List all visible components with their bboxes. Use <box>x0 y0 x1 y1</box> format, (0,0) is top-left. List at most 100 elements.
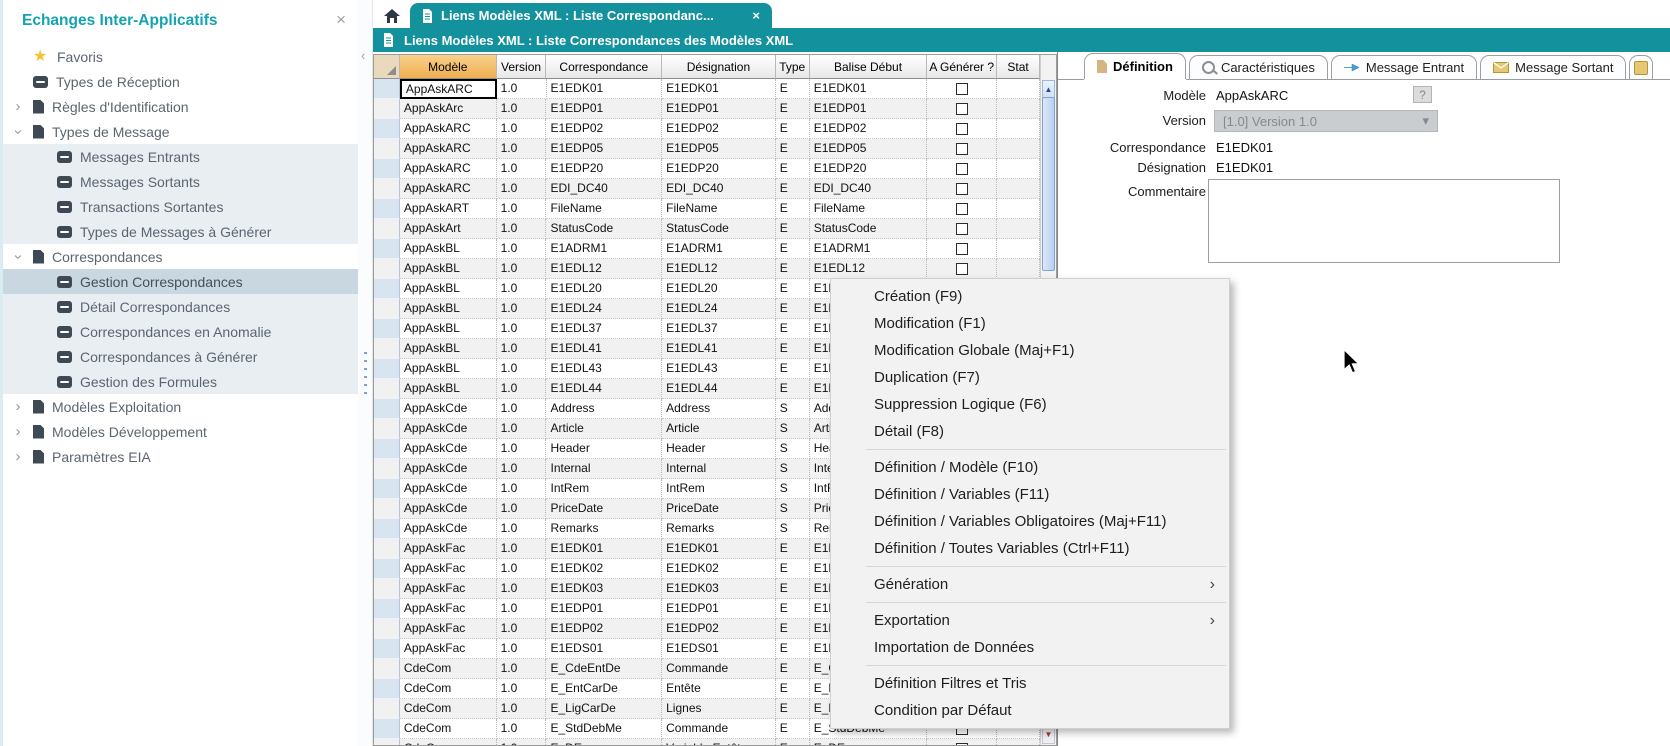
menu-item-creation-f9[interactable]: Création (F9) <box>831 283 1229 310</box>
row-header-cell[interactable] <box>374 599 400 619</box>
row-header-cell[interactable] <box>374 459 400 479</box>
cell-a-generer[interactable] <box>927 259 997 279</box>
sidebar-item-correspondances-a-generer[interactable]: Correspondances à Générer <box>3 344 358 369</box>
cell-type[interactable]: S <box>776 399 810 419</box>
cell-type[interactable]: E <box>776 639 810 659</box>
cell-stat[interactable] <box>997 219 1040 239</box>
cell-correspondance[interactable]: Article <box>546 419 662 439</box>
row-header-cell[interactable] <box>374 559 400 579</box>
cell-modele[interactable]: AppAskFac <box>400 619 497 639</box>
sidebar-item-gestion-des-formules[interactable]: Gestion des Formules <box>3 369 358 394</box>
table-row[interactable]: AppAskARC1.0E1EDP05E1EDP05EE1EDP05 <box>374 139 1040 159</box>
column-header-designation[interactable]: Désignation <box>662 55 776 79</box>
cell-stat[interactable] <box>997 739 1040 745</box>
select-all-corner-cell[interactable] <box>374 55 400 79</box>
cell-modele[interactable]: AppAskCde <box>400 419 497 439</box>
tab-message-sortant[interactable]: Message Sortant <box>1480 55 1626 79</box>
cell-correspondance[interactable]: Header <box>546 439 662 459</box>
checkbox-unchecked[interactable] <box>956 83 968 95</box>
cell-correspondance[interactable]: FileName <box>546 199 662 219</box>
cell-type[interactable]: E <box>776 739 810 745</box>
cell-type[interactable]: S <box>776 479 810 499</box>
cell-correspondance[interactable]: E1EDP01 <box>546 99 662 119</box>
row-header-cell[interactable] <box>374 239 400 259</box>
row-header-cell[interactable] <box>374 439 400 459</box>
row-header-cell[interactable] <box>374 699 400 719</box>
cell-modele[interactable]: AppAskArc <box>400 99 497 119</box>
cell-version[interactable]: 1.0 <box>497 739 547 745</box>
cell-correspondance[interactable]: E1EDP02 <box>546 619 662 639</box>
cell-modele[interactable]: AppAskCde <box>400 399 497 419</box>
row-header-cell[interactable] <box>374 279 400 299</box>
row-header-cell[interactable] <box>374 259 400 279</box>
cell-type[interactable]: E <box>776 599 810 619</box>
menu-item-definition-variables-obligatoires-maj-f11[interactable]: Définition / Variables Obligatoires (Maj… <box>831 508 1229 535</box>
row-header-cell[interactable] <box>374 159 400 179</box>
table-row[interactable]: AppAskART1.0FileNameFileNameEFileName <box>374 199 1040 219</box>
cell-type[interactable]: S <box>776 499 810 519</box>
cell-balise-debut[interactable]: E1EDP01 <box>810 99 928 119</box>
checkbox-unchecked[interactable] <box>956 203 968 215</box>
row-header-cell[interactable] <box>374 399 400 419</box>
cell-version[interactable]: 1.0 <box>497 139 547 159</box>
cell-version[interactable]: 1.0 <box>497 459 547 479</box>
cell-designation[interactable]: E1EDK02 <box>662 559 776 579</box>
cell-correspondance[interactable]: EDI_DC40 <box>546 179 662 199</box>
cell-type[interactable]: E <box>776 539 810 559</box>
cell-modele[interactable]: AppAskARC <box>400 79 497 99</box>
cell-designation[interactable]: Lignes <box>662 699 776 719</box>
row-header-cell[interactable] <box>374 119 400 139</box>
tab-caracteristiques[interactable]: Caractéristiques <box>1189 55 1328 79</box>
modele-field-value[interactable]: AppAskARC <box>1216 88 1288 103</box>
cell-modele[interactable]: AppAskCde <box>400 459 497 479</box>
cell-designation[interactable]: Address <box>662 399 776 419</box>
cell-version[interactable]: 1.0 <box>497 239 547 259</box>
cell-balise-debut[interactable]: EDI_DC40 <box>810 179 928 199</box>
cell-modele[interactable]: AppAskCde <box>400 519 497 539</box>
cell-designation[interactable]: Commande <box>662 719 776 739</box>
cell-type[interactable]: E <box>776 139 810 159</box>
table-row[interactable]: AppAskArt1.0StatusCodeStatusCodeEStatusC… <box>374 219 1040 239</box>
table-row[interactable]: AppAskARC1.0E1EDP02E1EDP02EE1EDP02 <box>374 119 1040 139</box>
cell-designation[interactable]: E1EDK01 <box>662 539 776 559</box>
column-header-correspondance[interactable]: Correspondance <box>546 55 662 79</box>
row-header-cell[interactable] <box>374 719 400 739</box>
cell-type[interactable]: E <box>776 199 810 219</box>
cell-correspondance[interactable]: E1EDS01 <box>546 639 662 659</box>
cell-correspondance[interactable]: E_DE <box>546 739 662 745</box>
row-header-cell[interactable] <box>374 619 400 639</box>
cell-designation[interactable]: Remarks <box>662 519 776 539</box>
sidebar-item-messages-entrants[interactable]: Messages Entrants <box>3 144 358 169</box>
cell-a-generer[interactable] <box>927 119 997 139</box>
help-button[interactable]: ? <box>1413 86 1432 103</box>
cell-type[interactable]: E <box>776 579 810 599</box>
cell-type[interactable]: S <box>776 519 810 539</box>
cell-designation[interactable]: E1EDP20 <box>662 159 776 179</box>
cell-modele[interactable]: CdeCom <box>400 679 497 699</box>
cell-modele[interactable]: AppAskBL <box>400 319 497 339</box>
cell-correspondance[interactable]: E1EDL24 <box>546 299 662 319</box>
cell-correspondance[interactable]: Address <box>546 399 662 419</box>
cell-modele[interactable]: AppAskArt <box>400 219 497 239</box>
table-row[interactable]: AppAskARC1.0EDI_DC40EDI_DC40EEDI_DC40 <box>374 179 1040 199</box>
cell-modele[interactable]: AppAskBL <box>400 239 497 259</box>
cell-version[interactable]: 1.0 <box>497 359 547 379</box>
cell-version[interactable]: 1.0 <box>497 519 547 539</box>
menu-item-importation-de-donnees[interactable]: Importation de Données <box>831 634 1229 661</box>
cell-correspondance[interactable]: E1EDK01 <box>547 79 663 99</box>
menu-item-suppression-logique-f6[interactable]: Suppression Logique (F6) <box>831 391 1229 418</box>
cell-designation[interactable]: E1EDL37 <box>662 319 776 339</box>
sidebar-item-transactions-sortantes[interactable]: Transactions Sortantes <box>3 194 358 219</box>
cell-designation[interactable]: E1EDL43 <box>662 359 776 379</box>
cell-modele[interactable]: CdeCom <box>400 739 497 745</box>
cell-version[interactable]: 1.0 <box>497 479 547 499</box>
cell-designation[interactable]: FileName <box>662 199 776 219</box>
cell-type[interactable]: E <box>776 679 810 699</box>
menu-item-definition-modele-f10[interactable]: Définition / Modèle (F10) <box>831 454 1229 481</box>
cell-version[interactable]: 1.0 <box>497 119 547 139</box>
column-header-a-generer[interactable]: A Générer ? <box>927 55 997 79</box>
row-header-cell[interactable] <box>374 199 400 219</box>
cell-designation[interactable]: EDI_DC40 <box>662 179 776 199</box>
cell-correspondance[interactable]: StatusCode <box>546 219 662 239</box>
scrollbar-thumb[interactable] <box>1042 97 1055 271</box>
